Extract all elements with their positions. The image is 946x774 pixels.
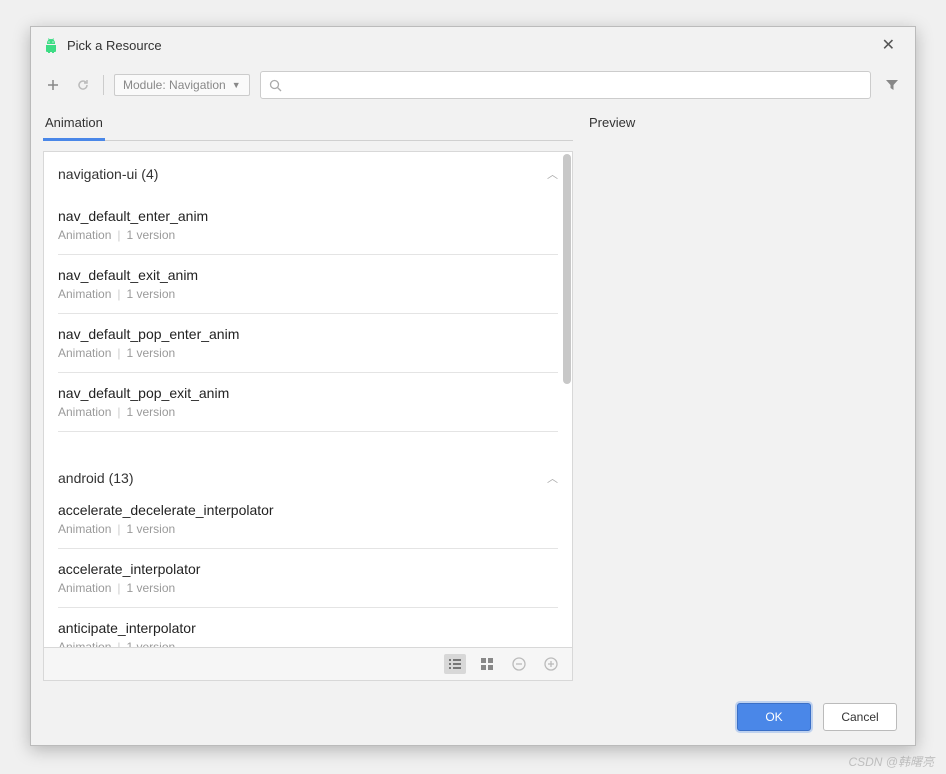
cancel-button[interactable]: Cancel [823,703,897,731]
item-meta: Animation|1 version [58,405,558,419]
resource-item[interactable]: nav_default_pop_exit_anim Animation|1 ver… [58,373,558,432]
group-title: android (13) [58,470,134,486]
search-input[interactable] [286,74,862,96]
chevron-up-icon: ︿ [547,166,558,182]
left-pane: Animation navigation-ui (4) ︿ nav_default_… [43,107,573,681]
item-name: nav_default_enter_anim [58,208,558,224]
module-label: Module: Navigation [123,78,226,92]
window-title: Pick a Resource [67,38,874,53]
resource-tabs: Animation [43,107,573,141]
item-meta: Animation|1 version [58,228,558,242]
item-name: nav_default_pop_enter_anim [58,326,558,342]
group-header[interactable]: android (13) ︿ [44,456,572,490]
list-view-button[interactable] [444,654,466,674]
titlebar: Pick a Resource ✕ [31,27,915,63]
item-meta: Animation|1 version [58,346,558,360]
zoom-in-button[interactable] [540,654,562,674]
module-dropdown[interactable]: Module: Navigation ▼ [114,74,250,96]
content-area: Animation navigation-ui (4) ︿ nav_default_… [31,107,915,689]
list-footer [43,648,573,681]
toolbar: Module: Navigation ▼ [31,63,915,107]
add-button[interactable] [43,75,63,95]
scrollbar-thumb[interactable] [563,154,571,384]
chevron-up-icon: ︿ [547,470,558,486]
preview-label: Preview [589,107,903,138]
resource-list[interactable]: navigation-ui (4) ︿ nav_default_enter_anim… [43,151,573,648]
android-icon [43,37,59,53]
zoom-out-button[interactable] [508,654,530,674]
group-title: navigation-ui (4) [58,166,158,182]
resource-item[interactable]: nav_default_pop_enter_anim Animation|1 ve… [58,314,558,373]
resource-item[interactable]: accelerate_interpolator Animation|1 versi… [58,549,558,608]
group-header[interactable]: navigation-ui (4) ︿ [44,152,572,186]
item-name: accelerate_interpolator [58,561,558,577]
item-name: accelerate_decelerate_interpolator [58,502,558,518]
item-meta: Animation|1 version [58,522,558,536]
preview-pane: Preview [589,107,903,681]
grid-view-button[interactable] [476,654,498,674]
item-name: anticipate_interpolator [58,620,558,636]
group-items: accelerate_decelerate_interpolator Animat… [44,490,572,648]
chevron-down-icon: ▼ [232,80,241,90]
resource-picker-dialog: Pick a Resource ✕ Module: Navigation ▼ A… [30,26,916,746]
watermark: CSDN @韩曙亮 [848,753,934,770]
item-meta: Animation|1 version [58,287,558,301]
tab-animation[interactable]: Animation [43,107,105,141]
group-items: nav_default_enter_anim Animation|1 versio… [44,196,572,432]
dialog-footer: OK Cancel [31,689,915,745]
item-name: nav_default_exit_anim [58,267,558,283]
close-button[interactable]: ✕ [874,31,903,59]
refresh-button[interactable] [73,75,93,95]
scrollbar[interactable] [562,152,572,647]
resource-item[interactable]: accelerate_decelerate_interpolator Animat… [58,490,558,549]
toolbar-divider [103,75,104,95]
resource-item[interactable]: nav_default_exit_anim Animation|1 version [58,255,558,314]
item-meta: Animation|1 version [58,581,558,595]
ok-button[interactable]: OK [737,703,811,731]
resource-item[interactable]: anticipate_interpolator Animation|1 versi… [58,608,558,648]
search-field-wrap[interactable] [260,71,871,99]
item-name: nav_default_pop_exit_anim [58,385,558,401]
item-meta: Animation|1 version [58,640,558,648]
search-icon [269,79,282,92]
resource-item[interactable]: nav_default_enter_anim Animation|1 versio… [58,196,558,255]
filter-button[interactable] [881,74,903,96]
